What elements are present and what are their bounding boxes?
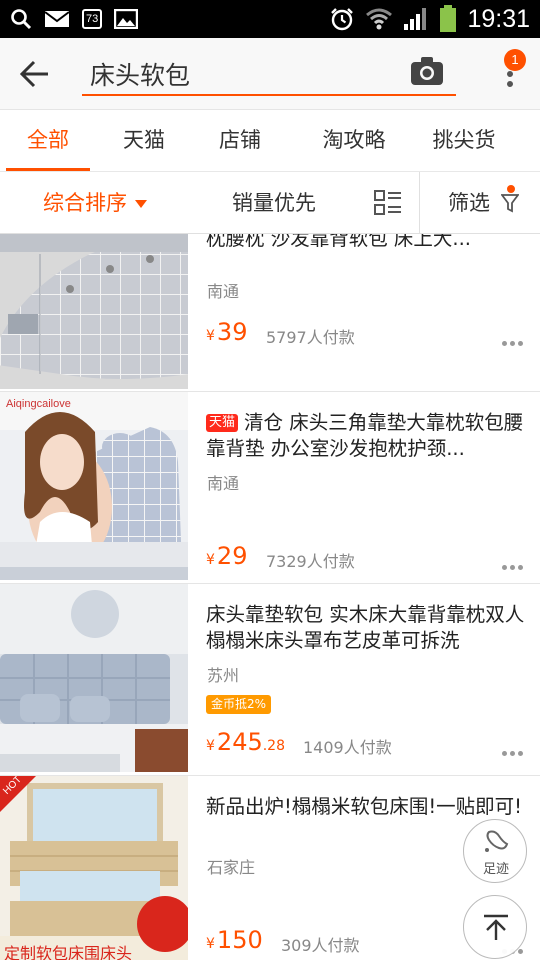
currency-symbol: ¥: [206, 738, 215, 754]
product-item[interactable]: 天猫双人床头三角靠垫抱枕榻榻米靠枕腰枕 沙发靠背软包 床上大... 南通 ¥39…: [0, 234, 540, 392]
alarm-icon: [329, 6, 355, 32]
tab-tmall[interactable]: 天猫: [102, 110, 186, 172]
product-image[interactable]: Aiqingcailove: [0, 392, 188, 580]
signal-icon: [403, 7, 429, 31]
message-badge: 1: [504, 49, 526, 71]
status-right: 19:31: [329, 5, 530, 34]
camera-icon: [411, 57, 443, 85]
list-layout-icon: [374, 190, 401, 215]
footprint-icon: [485, 830, 509, 852]
filter-divider: [419, 172, 420, 234]
caret-down-icon: [135, 200, 147, 208]
filter-indicator-dot: [507, 185, 515, 193]
product-location: 石家庄: [207, 858, 256, 877]
back-to-top-icon: [484, 914, 508, 940]
price-integer: 39: [216, 318, 248, 346]
sold-count: 1409人付款: [303, 738, 392, 757]
product-image[interactable]: HOT 定制软包床围床头: [0, 776, 188, 960]
currency-symbol: ¥: [206, 328, 215, 344]
currency-symbol: ¥: [206, 936, 215, 952]
list-layout-button[interactable]: [374, 190, 402, 216]
product-item[interactable]: HOT 定制软包床围床头 新品出炉!榻榻米软包床围!一贴即可! 石家庄 ¥150…: [0, 776, 540, 960]
search-icon: [10, 8, 32, 30]
status-time: 19:31: [467, 4, 530, 33]
battery-icon: [439, 5, 457, 33]
back-button[interactable]: [18, 58, 52, 90]
search-input[interactable]: 床头软包: [82, 52, 456, 96]
currency-symbol: ¥: [206, 552, 215, 568]
sold-count: 309人付款: [281, 936, 360, 955]
more-horizontal-icon: [502, 741, 526, 760]
arrow-left-icon: [19, 60, 48, 88]
item-more-button[interactable]: [502, 555, 528, 570]
tab-shops[interactable]: 店铺: [198, 110, 282, 172]
price-integer: 245: [216, 728, 263, 756]
item-more-button[interactable]: [502, 331, 528, 346]
active-tab-indicator: [6, 168, 90, 171]
mail-icon: [44, 9, 70, 29]
product-location: 南通: [207, 282, 240, 301]
product-title-text: 清仓 床头三角靠垫大靠枕软包腰靠背垫 办公室沙发抱枕护颈...: [206, 411, 524, 460]
category-tabs: 全部 天猫 店铺 淘攻略 挑尖货: [0, 110, 540, 172]
item-more-button[interactable]: [502, 741, 528, 756]
sales-sort-button[interactable]: 销量优先: [232, 172, 316, 234]
product-image[interactable]: [0, 584, 188, 772]
product-title-text: 双人床头三角靠垫抱枕榻榻米靠枕腰枕 沙发靠背软包 床上大...: [206, 234, 471, 250]
product-price: ¥29: [206, 542, 247, 570]
tab-all[interactable]: 全部: [6, 110, 90, 172]
product-title[interactable]: 天猫 清仓 床头三角靠垫大靠枕软包腰靠背垫 办公室沙发抱枕护颈...: [206, 410, 528, 462]
search-header: 床头软包 1: [0, 38, 540, 110]
product-item[interactable]: Aiqingcailove 天猫 清仓 床头三角靠垫大靠枕软包腰靠背垫 办公室沙发…: [0, 392, 540, 584]
filter-bar: 综合排序 销量优先 筛选: [0, 172, 540, 234]
sort-dropdown[interactable]: 综合排序: [43, 172, 147, 234]
app-root: 73 19:31 床头软包 1 全部 天猫 店铺 淘攻略 挑尖货 综合排序 销量…: [0, 0, 540, 960]
product-price: ¥150: [206, 926, 263, 954]
product-item[interactable]: 床头靠垫软包 实木床大靠背靠枕双人榻榻米床头罩布艺皮革可拆洗 苏州 金币抵2% …: [0, 584, 540, 776]
product-price: ¥245.28: [206, 728, 285, 756]
filter-button[interactable]: 筛选: [448, 172, 520, 234]
tab-top-picks[interactable]: 挑尖货: [414, 110, 514, 172]
camera-search-button[interactable]: [410, 56, 444, 88]
search-query: 床头软包: [90, 61, 191, 90]
notification-count-icon: 73: [82, 9, 103, 29]
sold-count: 7329人付款: [266, 552, 355, 571]
product-price: ¥39: [206, 318, 247, 346]
filter-label: 筛选: [448, 191, 490, 215]
footprint-button[interactable]: 足迹: [463, 819, 527, 883]
funnel-icon: [499, 194, 520, 213]
status-left: 73: [10, 8, 139, 30]
brand-watermark: Aiqingcailove: [6, 398, 71, 410]
product-image[interactable]: [0, 234, 188, 389]
tab-guides[interactable]: 淘攻略: [304, 110, 404, 172]
product-title[interactable]: 床头靠垫软包 实木床大靠背靠枕双人榻榻米床头罩布艺皮革可拆洗: [206, 602, 528, 654]
wifi-icon: [365, 7, 393, 31]
price-decimal: .28: [262, 738, 285, 754]
price-integer: 29: [216, 542, 248, 570]
more-horizontal-icon: [502, 331, 526, 350]
footprint-label: 足迹: [482, 862, 509, 877]
product-location: 苏州: [207, 666, 240, 685]
sort-label: 综合排序: [43, 191, 127, 215]
product-title[interactable]: 天猫双人床头三角靠垫抱枕榻榻米靠枕腰枕 沙发靠背软包 床上大...: [206, 234, 528, 254]
coin-discount-badge: 金币抵2%: [206, 695, 272, 714]
banner-text: 定制软包床围床头: [4, 944, 133, 960]
image-icon: [114, 9, 139, 29]
back-to-top-button[interactable]: [463, 895, 527, 959]
sold-count: 5797人付款: [266, 328, 355, 347]
more-horizontal-icon: [502, 555, 526, 574]
product-location: 南通: [207, 474, 240, 493]
tmall-tag: 天猫: [206, 414, 239, 432]
status-bar: 73 19:31: [0, 0, 540, 38]
product-list: 天猫双人床头三角靠垫抱枕榻榻米靠枕腰枕 沙发靠背软包 床上大... 南通 ¥39…: [0, 234, 540, 960]
price-integer: 150: [216, 926, 263, 954]
